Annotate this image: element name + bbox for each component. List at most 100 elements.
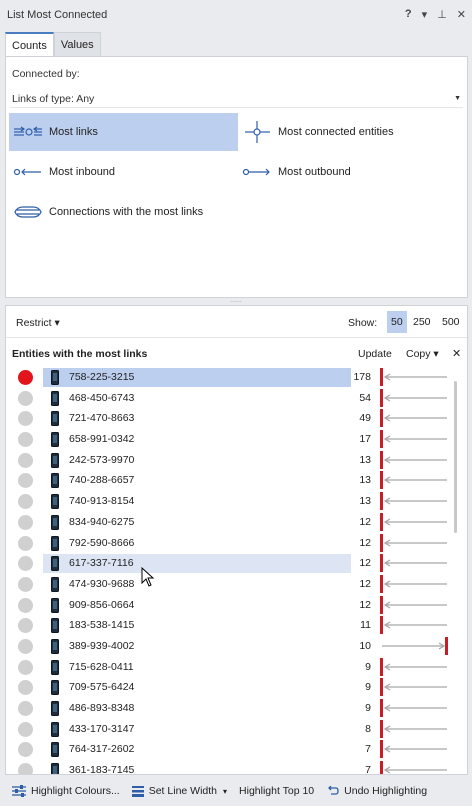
links-type-select[interactable]: Links of type: Any: [12, 93, 94, 105]
list-item[interactable]: 242-573-9970 13: [6, 450, 451, 471]
show-500-button[interactable]: 500: [438, 311, 464, 333]
mobile-phone-icon: [51, 494, 59, 510]
highlight-dot-icon[interactable]: [18, 473, 33, 489]
highlight-dot-icon[interactable]: [18, 742, 33, 758]
phone-number: 361-183-7145: [69, 764, 135, 775]
sliders-icon: [12, 785, 26, 797]
list-item[interactable]: 433-170-3147 8: [6, 719, 451, 740]
highlight-dot-icon[interactable]: [18, 701, 33, 716]
inbound-link-icon: [380, 740, 447, 759]
list-item[interactable]: 909-856-0664 12: [6, 595, 451, 616]
highlight-dot-icon[interactable]: [18, 514, 33, 530]
phone-number: 468-450-6743: [69, 391, 135, 404]
list-item[interactable]: 474-930-9688 12: [6, 574, 451, 595]
highlight-dot-icon[interactable]: [18, 370, 33, 385]
option-most-connected-entities[interactable]: Most connected entities: [238, 113, 464, 151]
pin-icon[interactable]: ⊥: [437, 8, 447, 21]
highlight-colours-label: Highlight Colours...: [31, 785, 120, 797]
set-line-width-button[interactable]: Set Line Width ▾: [126, 785, 233, 797]
close-icon[interactable]: ✕: [457, 8, 466, 21]
phone-number: 740-288-6657: [69, 474, 135, 487]
highlight-dot-icon[interactable]: [18, 659, 33, 675]
show-250-button[interactable]: 250: [409, 311, 435, 333]
highlight-dot-icon[interactable]: [18, 432, 33, 448]
highlight-dot-icon[interactable]: [18, 452, 33, 468]
close-list-icon[interactable]: ✕: [452, 347, 461, 360]
chevron-down-icon[interactable]: ▼: [454, 95, 461, 102]
highlight-dot-icon[interactable]: [18, 680, 33, 696]
restrict-dropdown[interactable]: Restrict ▾: [16, 317, 60, 329]
list-item[interactable]: 792-590-8666 12: [6, 533, 451, 554]
chevron-down-icon: ▾: [223, 786, 228, 796]
line-width-icon: [131, 786, 144, 797]
copy-dropdown[interactable]: Copy ▾: [406, 348, 439, 360]
list-item[interactable]: 486-893-8348 9: [6, 698, 451, 719]
list-item[interactable]: 468-450-6743 54: [6, 388, 451, 409]
highlight-dot-icon[interactable]: [18, 618, 33, 634]
link-count: 11: [360, 619, 371, 632]
mobile-phone-icon: [51, 370, 59, 385]
update-button[interactable]: Update: [358, 348, 392, 360]
tab-counts[interactable]: Counts: [5, 32, 54, 57]
option-connections-most-links[interactable]: Connections with the most links: [9, 193, 309, 231]
undo-highlighting-button[interactable]: Undo Highlighting: [320, 785, 433, 797]
inbound-icon: [13, 167, 43, 177]
list-item[interactable]: 361-183-7145 7: [6, 760, 451, 775]
dropdown-menu-icon[interactable]: ▾: [422, 8, 428, 21]
list-item[interactable]: 740-288-6657 13: [6, 470, 451, 491]
phone-number: 617-337-7116: [69, 557, 134, 570]
highlight-dot-icon[interactable]: [18, 638, 33, 654]
list-item[interactable]: 758-225-3215 178: [6, 367, 451, 388]
phone-number: 721-470-8663: [69, 412, 135, 425]
window-title: List Most Connected: [7, 9, 108, 21]
inbound-link-icon: [380, 657, 447, 676]
phone-number: 834-940-6275: [69, 515, 135, 528]
highlight-dot-icon[interactable]: [18, 535, 33, 551]
list-item[interactable]: 389-939-4002 10: [6, 636, 451, 657]
highlight-dot-icon[interactable]: [18, 390, 33, 406]
tab-bar: Counts Values: [5, 32, 101, 57]
highlight-dot-icon[interactable]: [18, 763, 33, 774]
phone-number: 658-991-0342: [69, 433, 135, 446]
list-item[interactable]: 715-628-0411 9: [6, 657, 451, 678]
list-item[interactable]: 617-337-7116 12: [6, 553, 451, 574]
link-count: 9: [365, 702, 371, 714]
option-most-links[interactable]: Most links: [9, 113, 238, 151]
highlight-top-label: Highlight Top 10: [239, 785, 315, 797]
highlight-top-button[interactable]: Highlight Top 10: [233, 785, 320, 797]
most-connected-icon: [242, 120, 272, 144]
connected-by-label: Connected by:: [12, 68, 80, 80]
link-count: 10: [359, 639, 371, 652]
highlight-dot-icon[interactable]: [18, 721, 33, 737]
highlight-dot-icon[interactable]: [18, 597, 33, 613]
vertical-scrollbar[interactable]: [454, 381, 457, 533]
option-label: Most links: [49, 126, 98, 138]
list-item[interactable]: 764-317-2602 7: [6, 739, 451, 760]
list-item[interactable]: 658-991-0342 17: [6, 429, 451, 450]
connections-icon: [13, 206, 43, 218]
mobile-phone-icon: [51, 763, 59, 774]
phone-number: 486-893-8348: [69, 702, 135, 714]
highlight-dot-icon[interactable]: [18, 411, 33, 427]
option-most-outbound[interactable]: Most outbound: [238, 153, 464, 191]
list-item[interactable]: 183-538-1415 11: [6, 615, 451, 636]
option-most-inbound[interactable]: Most inbound: [9, 153, 238, 191]
highlight-dot-icon[interactable]: [18, 556, 33, 572]
window-titlebar: List Most Connected ? ▾ ⊥ ✕: [0, 0, 472, 30]
list-item[interactable]: 740-913-8154 13: [6, 491, 451, 512]
entity-list[interactable]: 758-225-3215 178 468-450-6743 54 721-470-866…: [6, 367, 451, 775]
highlight-dot-icon[interactable]: [18, 494, 33, 510]
inbound-link-icon: [380, 368, 447, 386]
show-50-button[interactable]: 50: [387, 311, 407, 333]
inbound-link-icon: [380, 388, 447, 407]
mobile-phone-icon: [51, 638, 59, 654]
link-count: 8: [365, 722, 371, 735]
list-item[interactable]: 721-470-8663 49: [6, 408, 451, 429]
highlight-colours-button[interactable]: Highlight Colours...: [6, 785, 126, 797]
list-item[interactable]: 709-575-6424 9: [6, 677, 451, 698]
mobile-phone-icon: [51, 680, 59, 696]
tab-values[interactable]: Values: [53, 32, 101, 57]
help-icon[interactable]: ?: [405, 8, 412, 21]
highlight-dot-icon[interactable]: [18, 576, 33, 592]
list-item[interactable]: 834-940-6275 12: [6, 512, 451, 533]
